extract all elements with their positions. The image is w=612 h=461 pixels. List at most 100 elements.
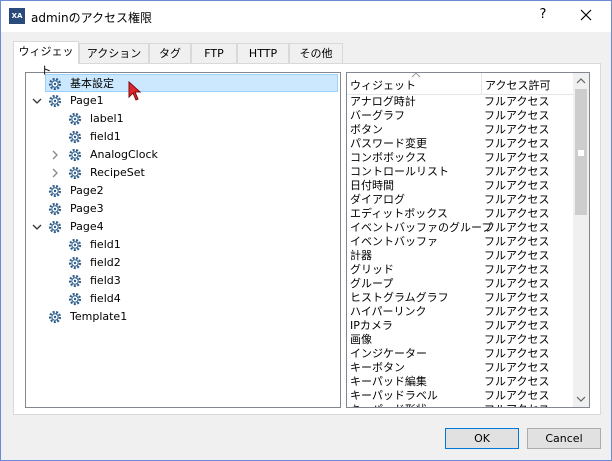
access-level: フルアクセス [484,291,550,304]
list-item[interactable]: グループ フルアクセス [347,277,573,291]
tree-item-label1[interactable]: label1 [26,110,338,128]
gear-icon [48,220,62,234]
tree-item-analogclock[interactable]: AnalogClock [26,146,338,164]
widget-name: グループ [350,277,394,290]
tree-item-template1[interactable]: Template1 [26,308,338,326]
list-item[interactable]: ボタン フルアクセス [347,123,573,137]
tree-item-recipeset[interactable]: RecipeSet [26,164,338,182]
tree-item-label: Page3 [70,202,104,215]
tab-action[interactable]: アクション [79,43,149,64]
widget-name: 画像 [350,333,372,346]
chevron-right-icon[interactable] [50,150,60,160]
tree-item-page1[interactable]: Page1 [26,92,338,110]
access-level: フルアクセス [484,347,550,360]
widget-name: キーパッド形状 [350,403,427,407]
list-item[interactable]: 計器 フルアクセス [347,249,573,263]
close-icon [580,9,592,21]
chevron-down-icon[interactable] [32,222,42,232]
access-level: フルアクセス [484,151,550,164]
tree-item-page4-field1[interactable]: field1 [26,236,338,254]
scroll-position-marker [577,149,585,157]
column-header-access[interactable]: アクセス許可 [485,77,550,93]
tree-item-basic-settings[interactable]: 基本設定 [45,74,338,101]
widget-name: ヒストグラムグラフ [350,291,449,304]
permission-list[interactable]: ウィジェット アクセス許可 アナログ時計 フルアクセス バーグラフ フルアクセス ボタン… [346,72,590,408]
tab-tag[interactable]: タグ [149,43,191,64]
tab-other[interactable]: その他 [289,43,343,64]
list-item[interactable]: ダイアログ フルアクセス [347,193,573,207]
tree-item-label: field1 [90,130,121,143]
gear-icon [48,202,62,216]
access-level: フルアクセス [484,235,550,248]
tree-item-page4[interactable]: Page4 [26,218,338,236]
list-item[interactable]: キーパッドラベル フルアクセス [347,389,573,403]
list-item[interactable]: アナログ時計 フルアクセス [347,95,573,109]
chevron-down-icon[interactable] [32,96,42,106]
access-level: フルアクセス [484,375,550,388]
help-button[interactable]: ? [533,7,553,27]
list-item[interactable]: ヒストグラムグラフ フルアクセス [347,291,573,305]
column-header-widget[interactable]: ウィジェット [350,77,416,93]
access-level: フルアクセス [484,95,550,108]
list-item[interactable]: グリッド フルアクセス [347,263,573,277]
access-level: フルアクセス [484,263,550,276]
tree-item-field3[interactable]: field3 [26,272,338,290]
widget-name: エディットボックス [350,207,448,220]
widget-name: グリッド [350,263,394,276]
tree-item-label: field1 [90,238,121,251]
tree-item-label: AnalogClock [90,148,158,161]
list-item[interactable]: イベントバッファ フルアクセス [347,235,573,249]
list-header: ウィジェット アクセス許可 [347,73,573,95]
list-item[interactable]: IPカメラ フルアクセス [347,319,573,333]
list-item[interactable]: エディットボックス フルアクセス [347,207,573,221]
gear-icon [68,112,82,126]
list-item[interactable]: イベントバッファのグループ フルアクセス [347,221,573,235]
list-item[interactable]: キーパッド編集 フルアクセス [347,375,573,389]
list-item[interactable]: 画像 フルアクセス [347,333,573,347]
widget-name: ハイパーリンク [350,305,427,318]
tab-widget[interactable]: ウィジェット [13,41,79,77]
title-bar[interactable]: XA adminのアクセス権限 ? [1,1,611,32]
column-separator[interactable] [481,73,482,95]
list-item[interactable]: バーグラフ フルアクセス [347,109,573,123]
widget-name: イベントバッファのグループ [350,221,493,234]
tab-panel: 基本設定 Page1 label1 field1 AnalogClock Rec… [13,63,601,415]
window-title: adminのアクセス権限 [31,11,153,25]
list-item[interactable]: コンボボックス フルアクセス [347,151,573,165]
app-icon: XA [9,8,25,24]
widget-name: 日付時間 [350,179,394,192]
tab-ftp[interactable]: FTP [191,43,237,64]
gear-icon [68,292,82,306]
widget-tree[interactable]: 基本設定 Page1 label1 field1 AnalogClock Rec… [25,72,341,408]
gear-icon [68,148,82,162]
list-item[interactable]: キーボタン フルアクセス [347,361,573,375]
widget-name: キーパッド編集 [350,375,427,388]
tree-item-label: RecipeSet [90,166,145,179]
tab-http[interactable]: HTTP [237,43,289,64]
widget-name: コンボボックス [350,151,427,164]
close-button[interactable] [571,5,601,27]
tree-item-field1[interactable]: field1 [26,128,338,146]
cancel-button[interactable]: Cancel [527,428,601,449]
access-level: フルアクセス [484,403,549,407]
gear-icon [48,94,62,108]
vertical-scrollbar[interactable] [573,73,589,407]
list-item[interactable]: コントロールリスト フルアクセス [347,165,573,179]
tree-item-field4[interactable]: field4 [26,290,338,308]
scroll-up-icon[interactable] [573,73,589,89]
scroll-down-icon[interactable] [573,391,589,407]
gear-icon [68,166,82,180]
chevron-right-icon[interactable] [50,168,60,178]
list-item[interactable]: ハイパーリンク フルアクセス [347,305,573,319]
list-item[interactable]: キーパッド形状 フルアクセス [347,403,573,407]
gear-icon [48,184,62,198]
list-item[interactable]: パスワード変更 フルアクセス [347,137,573,151]
list-item[interactable]: 日付時間 フルアクセス [347,179,573,193]
tree-item-page2[interactable]: Page2 [26,182,338,200]
tree-item-label: Template1 [70,310,128,323]
gear-icon [68,274,82,288]
tree-item-field2[interactable]: field2 [26,254,338,272]
tree-item-page3[interactable]: Page3 [26,200,338,218]
ok-button[interactable]: OK [445,428,519,449]
list-item[interactable]: インジケーター フルアクセス [347,347,573,361]
